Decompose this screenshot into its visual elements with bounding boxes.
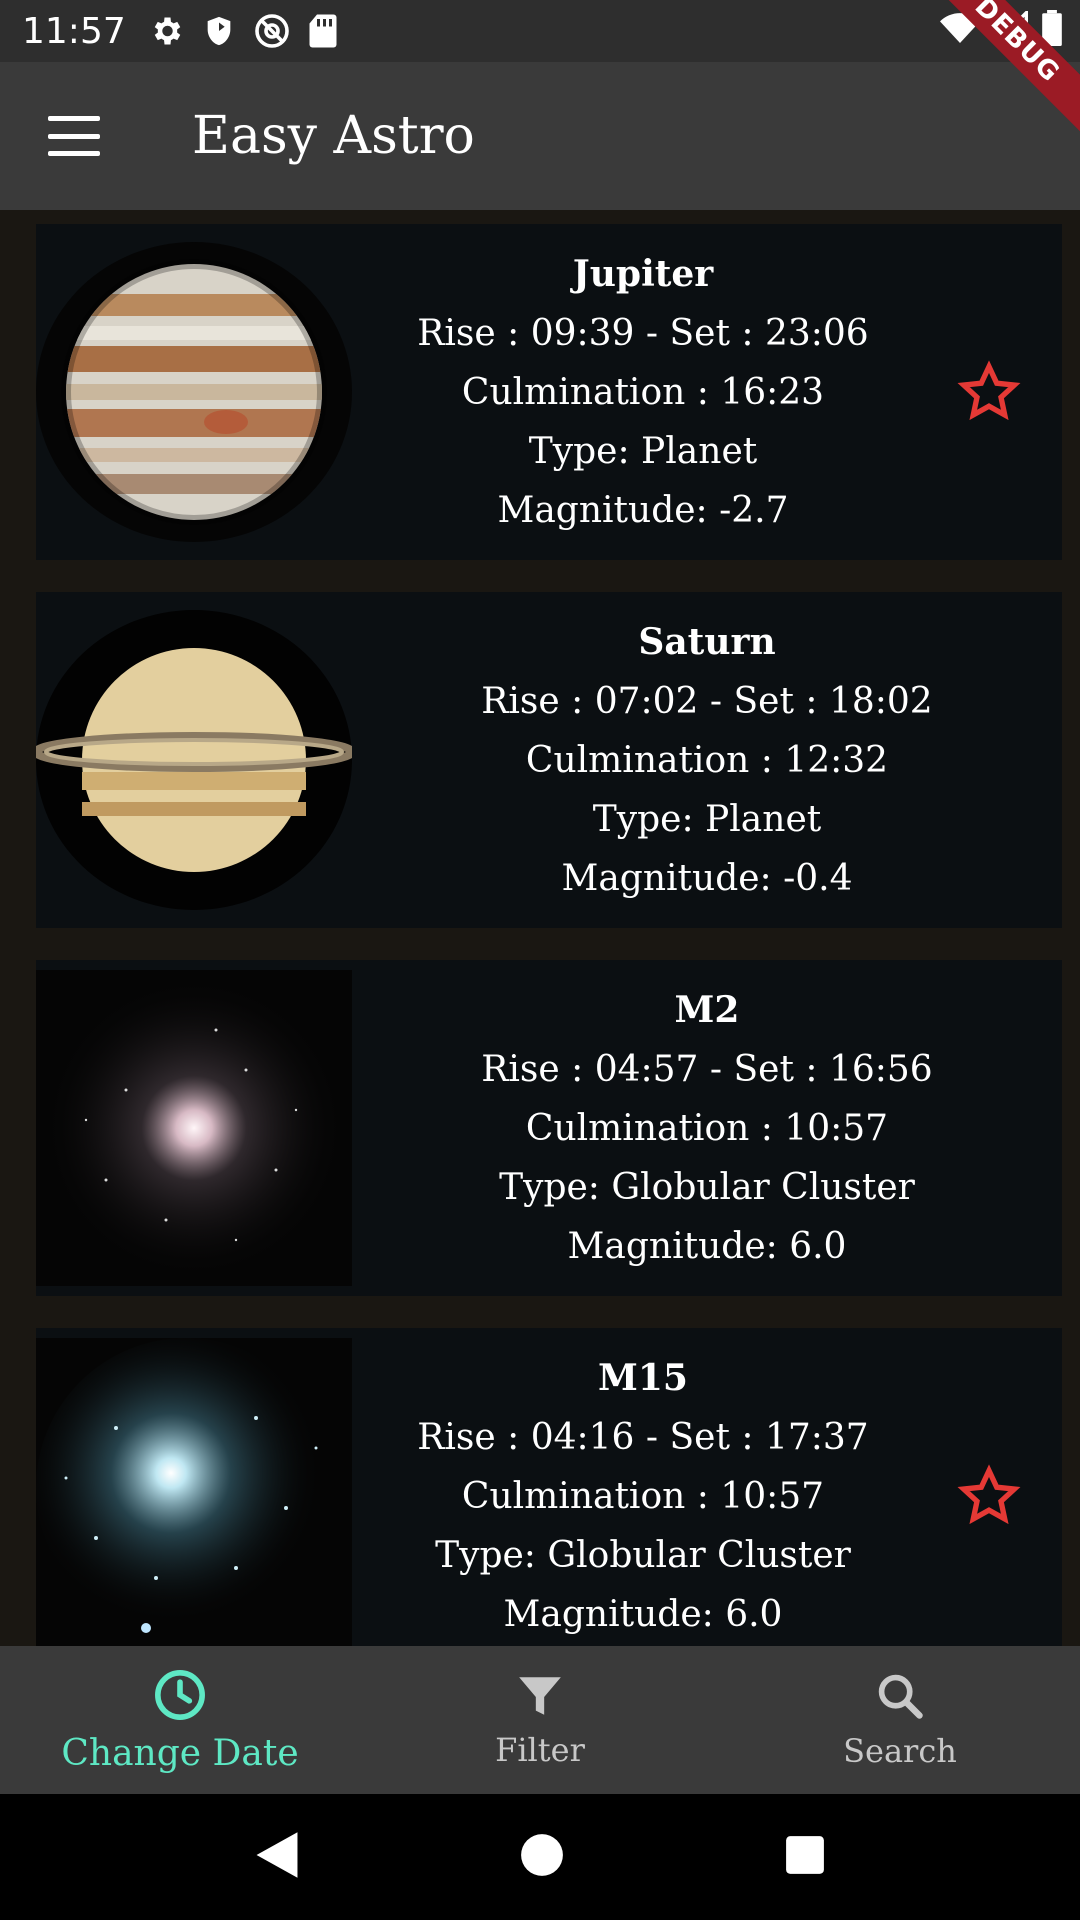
culmination-text: Culmination : 10:57: [525, 1107, 889, 1149]
nav-filter[interactable]: Filter: [360, 1646, 720, 1794]
bottom-navigation: Change Date Filter Search: [0, 1646, 1080, 1794]
clock-icon: [152, 1667, 208, 1727]
home-icon[interactable]: [520, 1833, 564, 1881]
app-title: Easy Astro: [192, 106, 475, 166]
object-card-m15[interactable]: M15 Rise : 04:16 - Set : 17:37 Culminati…: [36, 1328, 1062, 1646]
culmination-text: Culmination : 12:32: [525, 739, 889, 781]
recents-icon[interactable]: [784, 1834, 826, 1880]
app-bar: Easy Astro: [0, 62, 1080, 210]
nav-change-date[interactable]: Change Date: [0, 1646, 360, 1794]
type-text: Type: Planet: [592, 798, 822, 840]
nav-label: Change Date: [61, 1732, 299, 1774]
m2-cluster-image: [36, 970, 352, 1286]
settings-icon: [148, 13, 184, 49]
favorite-star-icon[interactable]: [934, 360, 1044, 424]
object-name: M2: [674, 988, 740, 1031]
object-name: Saturn: [638, 620, 776, 663]
object-card-saturn[interactable]: Saturn Rise : 07:02 - Set : 18:02 Culmin…: [36, 592, 1062, 928]
object-name: M15: [598, 1356, 688, 1399]
rise-set-text: Rise : 09:39 - Set : 23:06: [417, 312, 869, 354]
status-icons: [148, 13, 338, 49]
nav-label: Filter: [495, 1731, 585, 1769]
magnitude-text: Magnitude: -2.7: [497, 489, 789, 531]
object-info: M15 Rise : 04:16 - Set : 17:37 Culminati…: [352, 1349, 934, 1644]
m15-cluster-image: [36, 1338, 352, 1646]
hamburger-menu-icon[interactable]: [48, 116, 100, 156]
culmination-text: Culmination : 16:23: [461, 371, 825, 413]
object-info: M2 Rise : 04:57 - Set : 16:56 Culminatio…: [352, 981, 1062, 1276]
search-icon: [874, 1670, 926, 1726]
magnitude-text: Magnitude: -0.4: [561, 857, 853, 899]
type-text: Type: Planet: [528, 430, 758, 472]
magnitude-text: Magnitude: 6.0: [567, 1225, 847, 1267]
culmination-text: Culmination : 10:57: [461, 1475, 825, 1517]
rise-set-text: Rise : 04:57 - Set : 16:56: [481, 1048, 933, 1090]
object-card-jupiter[interactable]: Jupiter Rise : 09:39 - Set : 23:06 Culmi…: [36, 224, 1062, 560]
rise-set-text: Rise : 04:16 - Set : 17:37: [417, 1416, 869, 1458]
status-bar: 11:57 DEBUG: [0, 0, 1080, 136]
nav-label: Search: [843, 1732, 957, 1770]
object-name: Jupiter: [572, 252, 714, 295]
object-list[interactable]: Jupiter Rise : 09:39 - Set : 23:06 Culmi…: [0, 210, 1080, 1646]
object-card-m2[interactable]: M2 Rise : 04:57 - Set : 16:56 Culminatio…: [36, 960, 1062, 1296]
status-time: 11:57: [22, 10, 126, 52]
jupiter-image: [36, 234, 352, 550]
filter-icon: [515, 1671, 565, 1725]
shield-icon: [202, 13, 236, 49]
at-sign-icon: [254, 13, 290, 49]
system-navigation: [0, 1794, 1080, 1920]
rise-set-text: Rise : 07:02 - Set : 18:02: [481, 680, 933, 722]
sd-card-icon: [308, 13, 338, 49]
type-text: Type: Globular Cluster: [435, 1534, 851, 1576]
type-text: Type: Globular Cluster: [499, 1166, 915, 1208]
object-info: Jupiter Rise : 09:39 - Set : 23:06 Culmi…: [352, 245, 934, 540]
back-icon[interactable]: [254, 1830, 300, 1884]
object-info: Saturn Rise : 07:02 - Set : 18:02 Culmin…: [352, 613, 1062, 908]
saturn-image: [36, 602, 352, 918]
favorite-star-icon[interactable]: [934, 1464, 1044, 1528]
nav-search[interactable]: Search: [720, 1646, 1080, 1794]
magnitude-text: Magnitude: 6.0: [503, 1593, 783, 1635]
